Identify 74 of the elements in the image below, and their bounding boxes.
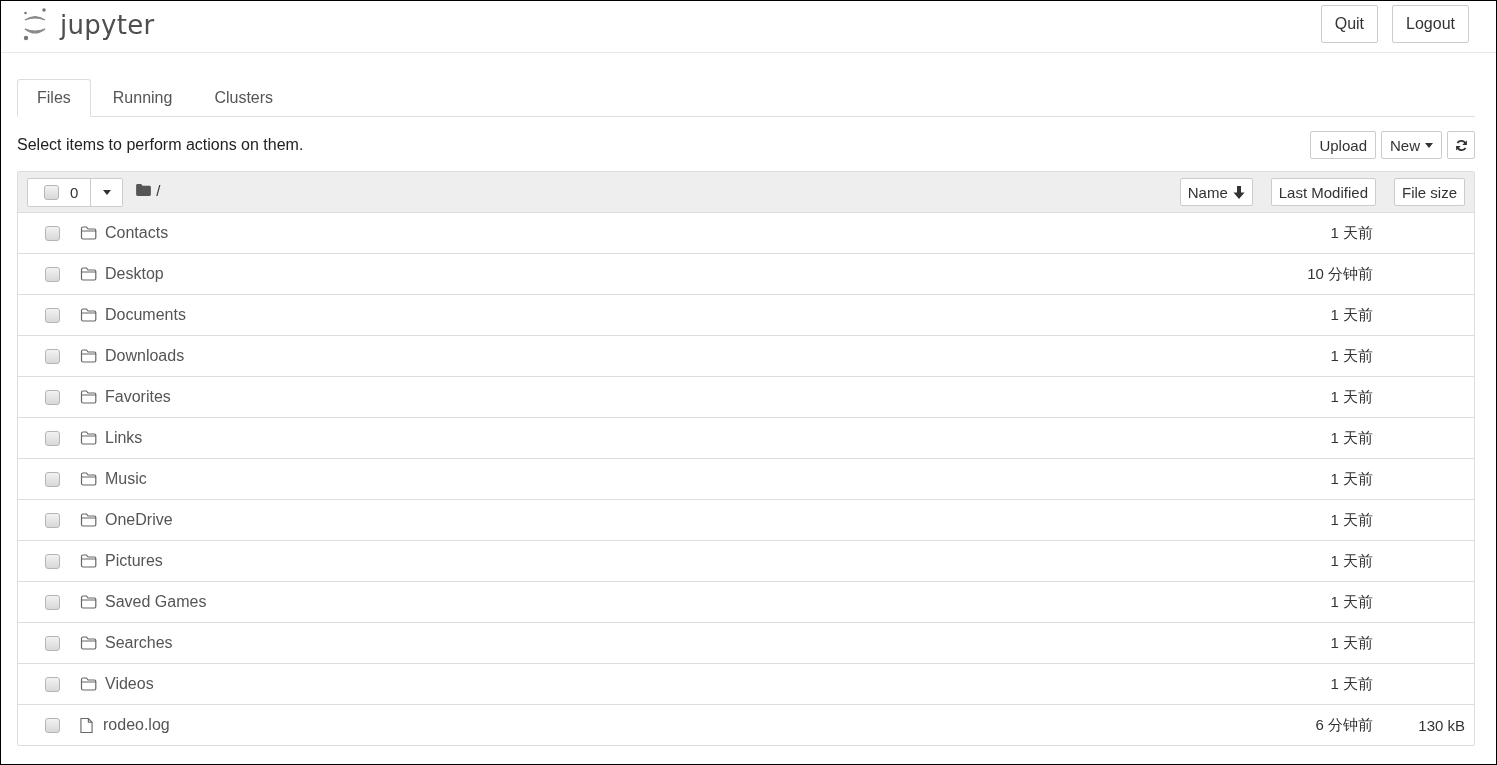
item-name-link[interactable]: Videos bbox=[105, 675, 154, 693]
header-button[interactable]: Logout bbox=[1392, 5, 1469, 43]
row-checkbox[interactable] bbox=[45, 676, 60, 692]
upload-button[interactable]: Upload bbox=[1310, 131, 1376, 159]
folder-icon bbox=[80, 390, 97, 404]
modified-time: 1 天前 bbox=[1330, 510, 1373, 530]
modified-time: 1 天前 bbox=[1330, 387, 1373, 407]
refresh-icon bbox=[1454, 138, 1468, 152]
file-size: 130 kB bbox=[1418, 716, 1465, 734]
modified-time: 1 天前 bbox=[1330, 305, 1373, 325]
row-checkbox[interactable] bbox=[45, 512, 60, 528]
item-name-link[interactable]: Downloads bbox=[105, 347, 185, 365]
logo-text: jupyter bbox=[60, 9, 155, 40]
header-button[interactable]: Quit bbox=[1320, 5, 1379, 43]
modified-time: 1 天前 bbox=[1330, 551, 1373, 571]
folder-icon bbox=[80, 431, 97, 445]
row-checkbox[interactable] bbox=[45, 635, 60, 651]
folder-icon bbox=[136, 184, 152, 196]
refresh-button[interactable] bbox=[1447, 131, 1475, 159]
row-checkbox[interactable] bbox=[45, 717, 60, 733]
modified-time: 6 分钟前 bbox=[1315, 715, 1373, 735]
logo-icon bbox=[22, 6, 48, 43]
modified-time: 1 天前 bbox=[1330, 346, 1373, 366]
modified-time: 1 天前 bbox=[1330, 674, 1373, 694]
folder-icon bbox=[80, 595, 97, 609]
sort-button[interactable]: Name bbox=[1179, 178, 1253, 206]
caret-icon bbox=[102, 189, 111, 195]
item-name-link[interactable]: Links bbox=[105, 429, 143, 447]
file-icon bbox=[80, 716, 93, 734]
row-checkbox[interactable] bbox=[45, 553, 60, 569]
folder-icon bbox=[80, 308, 97, 322]
row-checkbox[interactable] bbox=[45, 307, 60, 323]
item-name-link[interactable]: Desktop bbox=[105, 265, 164, 283]
folder-icon bbox=[80, 554, 97, 568]
select-all-checkbox[interactable] bbox=[44, 184, 59, 200]
new-button[interactable]: New bbox=[1381, 131, 1442, 159]
row-checkbox[interactable] bbox=[45, 225, 60, 241]
folder-icon bbox=[80, 349, 97, 363]
row-checkbox[interactable] bbox=[45, 594, 60, 610]
item-name-link[interactable]: Documents bbox=[105, 306, 186, 324]
item-name-link[interactable]: rodeo.log bbox=[103, 716, 170, 734]
folder-icon bbox=[80, 226, 97, 240]
modified-time: 1 天前 bbox=[1330, 469, 1373, 489]
folder-icon bbox=[80, 267, 97, 281]
item-name-link[interactable]: Contacts bbox=[105, 224, 169, 242]
caret-icon bbox=[1425, 142, 1433, 148]
row-checkbox[interactable] bbox=[45, 389, 60, 405]
tab[interactable]: Clusters bbox=[194, 79, 294, 117]
modified-time: 1 天前 bbox=[1330, 223, 1373, 243]
row-checkbox[interactable] bbox=[45, 266, 60, 282]
folder-icon bbox=[80, 513, 97, 527]
folder-icon bbox=[80, 677, 97, 691]
item-name-link[interactable]: OneDrive bbox=[105, 511, 173, 529]
item-name-link[interactable]: Pictures bbox=[105, 552, 163, 570]
modified-time: 1 天前 bbox=[1330, 633, 1373, 653]
modified-time: 10 分钟前 bbox=[1307, 264, 1373, 284]
row-checkbox[interactable] bbox=[45, 471, 60, 487]
item-name-link[interactable]: Searches bbox=[105, 634, 173, 652]
item-name-link[interactable]: Favorites bbox=[105, 388, 171, 406]
folder-icon bbox=[80, 472, 97, 486]
item-name-link[interactable]: Saved Games bbox=[105, 593, 207, 611]
item-name-link[interactable]: Music bbox=[105, 470, 147, 488]
selected-count: 0 bbox=[70, 183, 79, 201]
tab[interactable]: Running bbox=[92, 79, 193, 117]
sort-button[interactable]: File size bbox=[1394, 178, 1465, 206]
row-checkbox[interactable] bbox=[45, 430, 60, 446]
instruction-text: Select items to perform actions on them. bbox=[17, 136, 304, 154]
modified-time: 1 天前 bbox=[1330, 592, 1373, 612]
row-checkbox[interactable] bbox=[45, 348, 60, 364]
sort-button[interactable]: Last Modified bbox=[1270, 178, 1376, 206]
modified-time: 1 天前 bbox=[1330, 428, 1373, 448]
path-link[interactable]: / bbox=[156, 181, 161, 199]
folder-icon bbox=[80, 636, 97, 650]
tab[interactable]: Files bbox=[17, 79, 91, 117]
